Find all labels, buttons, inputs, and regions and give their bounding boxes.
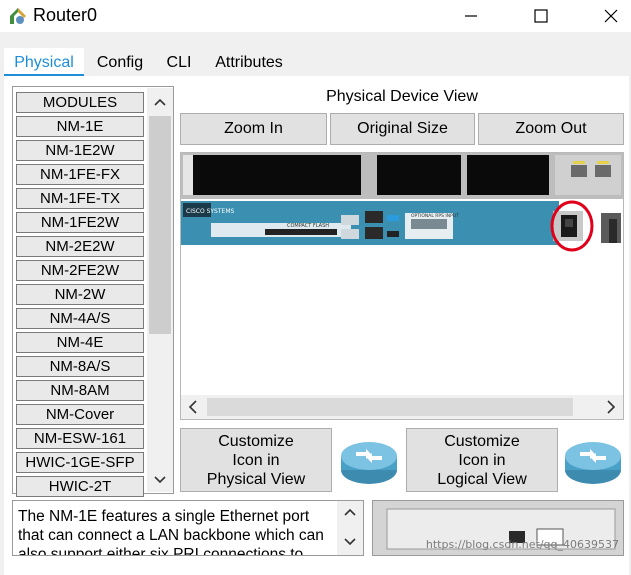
module-slot-0[interactable] [193,155,361,195]
chassis-brand: CISCO SYSTEMS [186,208,235,215]
zoom-out-button[interactable]: Zoom Out [478,113,624,145]
scroll-up-button[interactable] [147,92,173,112]
router-physical-icon [341,442,397,484]
module-item[interactable]: NM-4E [16,332,144,353]
customize-physical-line1: Customize [218,432,294,450]
module-list-scrollbar[interactable] [147,88,173,492]
description-scrollbar[interactable] [337,501,363,555]
original-size-button[interactable]: Original Size [330,113,475,145]
ethernet-port-0[interactable] [365,211,383,223]
tab-physical[interactable]: Physical [4,48,84,76]
minimize-button[interactable] [448,0,494,32]
chassis-rps-label: OPTIONAL RPS INPUT [411,213,459,219]
module-list-header: MODULES [16,92,144,113]
tab-cli[interactable]: CLI [158,48,200,76]
customize-physical-icon-button[interactable]: Customize Icon in Physical View [180,428,332,492]
chassis-cf-label: COMPACT FLASH [287,223,329,229]
customize-physical-line2: Icon in [232,451,280,469]
tab-bar: Physical Config CLI Attributes [0,48,631,76]
module-item[interactable]: NM-1FE-FX [16,164,144,185]
module-item[interactable]: NM-1FE2W [16,212,144,233]
module-item[interactable]: NM-8AM [16,380,144,401]
scroll-thumb[interactable] [149,116,171,334]
window-title: Router0 [33,5,98,25]
physical-device-view-title: Physical Device View [326,88,478,105]
device-view-h-scrollbar[interactable] [181,395,623,419]
tab-config[interactable]: Config [88,48,152,76]
chevron-left-icon[interactable] [187,399,199,415]
module-item[interactable]: NM-2W [16,284,144,305]
h-scroll-thumb[interactable] [207,398,573,416]
module-item[interactable]: NM-Cover [16,404,144,425]
customize-logical-line2: Icon in [458,451,506,469]
module-item[interactable]: NM-2FE2W [16,260,144,281]
module-description-text: The NM-1E features a single Ethernet por… [18,508,324,556]
ethernet-port-1[interactable] [365,227,383,239]
chevron-up-icon [154,98,166,106]
watermark-text: https://blog.csdn.net/qq_40639537 [425,538,619,551]
chevron-up-icon[interactable] [343,507,357,517]
close-button[interactable] [588,0,631,32]
module-preview-image: https://blog.csdn.net/qq_40639537 [372,500,624,556]
module-item[interactable]: HWIC-2T [16,476,144,497]
module-description: The NM-1E features a single Ethernet por… [12,500,364,556]
maximize-icon [534,9,548,23]
module-item[interactable]: NM-1FE-TX [16,188,144,209]
device-window: Router0 Physical Config CLI Attributes M… [0,0,631,575]
minimize-icon [465,15,477,17]
router-logical-icon [565,442,621,484]
customize-logical-line1: Customize [444,432,520,450]
title-bar: Router0 [0,0,631,32]
chevron-right-icon[interactable] [605,399,617,415]
module-list: MODULES NM-1E NM-1E2W NM-1FE-FX NM-1FE-T… [12,86,174,497]
module-item[interactable]: HWIC-1GE-SFP [16,452,144,473]
customize-physical-line3: Physical View [206,470,306,488]
maximize-button[interactable] [518,0,564,32]
chevron-down-icon [154,476,166,484]
chevron-down-icon[interactable] [343,537,357,547]
scroll-down-button[interactable] [147,470,173,490]
close-icon [604,9,618,23]
module-item[interactable]: NM-1E2W [16,140,144,161]
module-item[interactable]: NM-ESW-161 [16,428,144,449]
module-item[interactable]: NM-8A/S [16,356,144,377]
router-app-icon [10,8,26,24]
module-item[interactable]: NM-2E2W [16,236,144,257]
zoom-in-button[interactable]: Zoom In [180,113,327,145]
module-slot-2[interactable] [467,155,549,195]
customize-logical-line3: Logical View [437,470,527,488]
device-view-canvas: CISCO SYSTEMS COMPACT FLASH OPTIONAL RPS… [180,152,624,420]
module-item[interactable]: NM-4A/S [16,308,144,329]
module-item[interactable]: NM-1E [16,116,144,137]
customize-logical-icon-button[interactable]: Customize Icon in Logical View [406,428,558,492]
tab-attributes[interactable]: Attributes [206,48,292,76]
module-slot-1[interactable] [377,155,461,195]
router-chassis: CISCO SYSTEMS COMPACT FLASH OPTIONAL RPS… [181,153,623,252]
